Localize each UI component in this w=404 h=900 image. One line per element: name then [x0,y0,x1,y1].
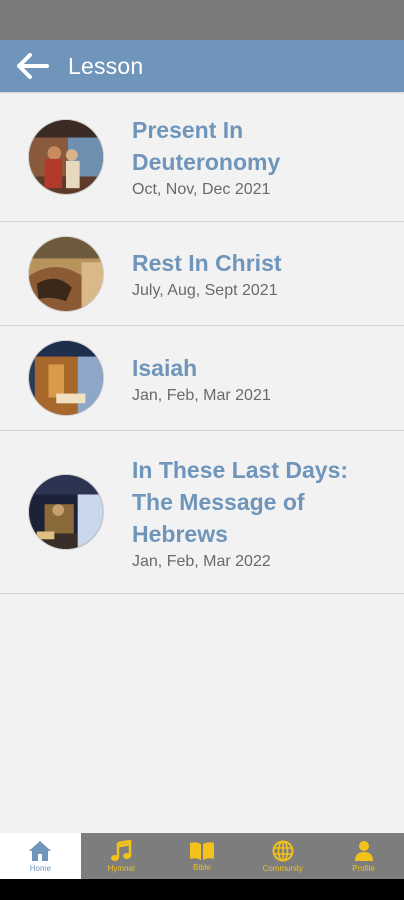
nav-label: Hymnal [107,863,135,873]
lesson-dates: July, Aug, Sept 2021 [132,282,278,299]
lesson-item[interactable]: Isaiah Jan, Feb, Mar 2021 [0,326,404,431]
music-note-icon [111,839,132,861]
lesson-item[interactable]: Rest In Christ July, Aug, Sept 2021 [0,222,404,326]
home-icon [29,840,52,861]
nav-label: Community [262,863,304,873]
lesson-title: Isaiah [132,354,198,381]
nav-label: Bible [193,862,211,872]
lesson-item[interactable]: Present In Deuteronomy Oct, Nov, Dec 202… [0,92,404,222]
nav-hymnal[interactable]: Hymnal [81,833,162,879]
lesson-dates: Jan, Feb, Mar 2022 [132,552,271,570]
lesson-dates: Oct, Nov, Dec 2021 [132,181,271,198]
lesson-dates: Jan, Feb, Mar 2021 [132,386,271,404]
nav-community[interactable]: Community [242,833,323,879]
nav-label: Home [29,863,52,873]
page-title: Lesson [68,52,144,79]
lesson-title: Rest In Christ [132,250,282,276]
lesson-cover-image [28,235,104,312]
nav-bible[interactable]: Bible [162,833,243,879]
back-button[interactable] [12,46,52,86]
book-icon [189,841,214,860]
app-bar: Lesson [0,40,404,92]
lesson-title: Present In Deuteronomy [132,117,281,175]
person-icon [354,840,373,861]
lesson-list: Present In Deuteronomy Oct, Nov, Dec 202… [0,92,404,594]
lesson-title: In These Last Days: The Message of Hebre… [132,456,349,547]
bottom-navigation: Home Hymnal Bible Community Profile [0,833,404,879]
nav-profile[interactable]: Profile [323,833,404,879]
arrow-left-icon [17,53,49,79]
status-bar [0,0,404,40]
lesson-cover-image [28,118,104,195]
globe-icon [272,840,294,861]
system-navigation-bar [0,879,404,900]
lesson-cover-image [28,474,104,550]
nav-label: Profile [352,863,375,873]
lesson-item[interactable]: In These Last Days: The Message of Hebre… [0,431,404,594]
nav-home[interactable]: Home [0,833,81,879]
lesson-cover-image [28,340,104,416]
